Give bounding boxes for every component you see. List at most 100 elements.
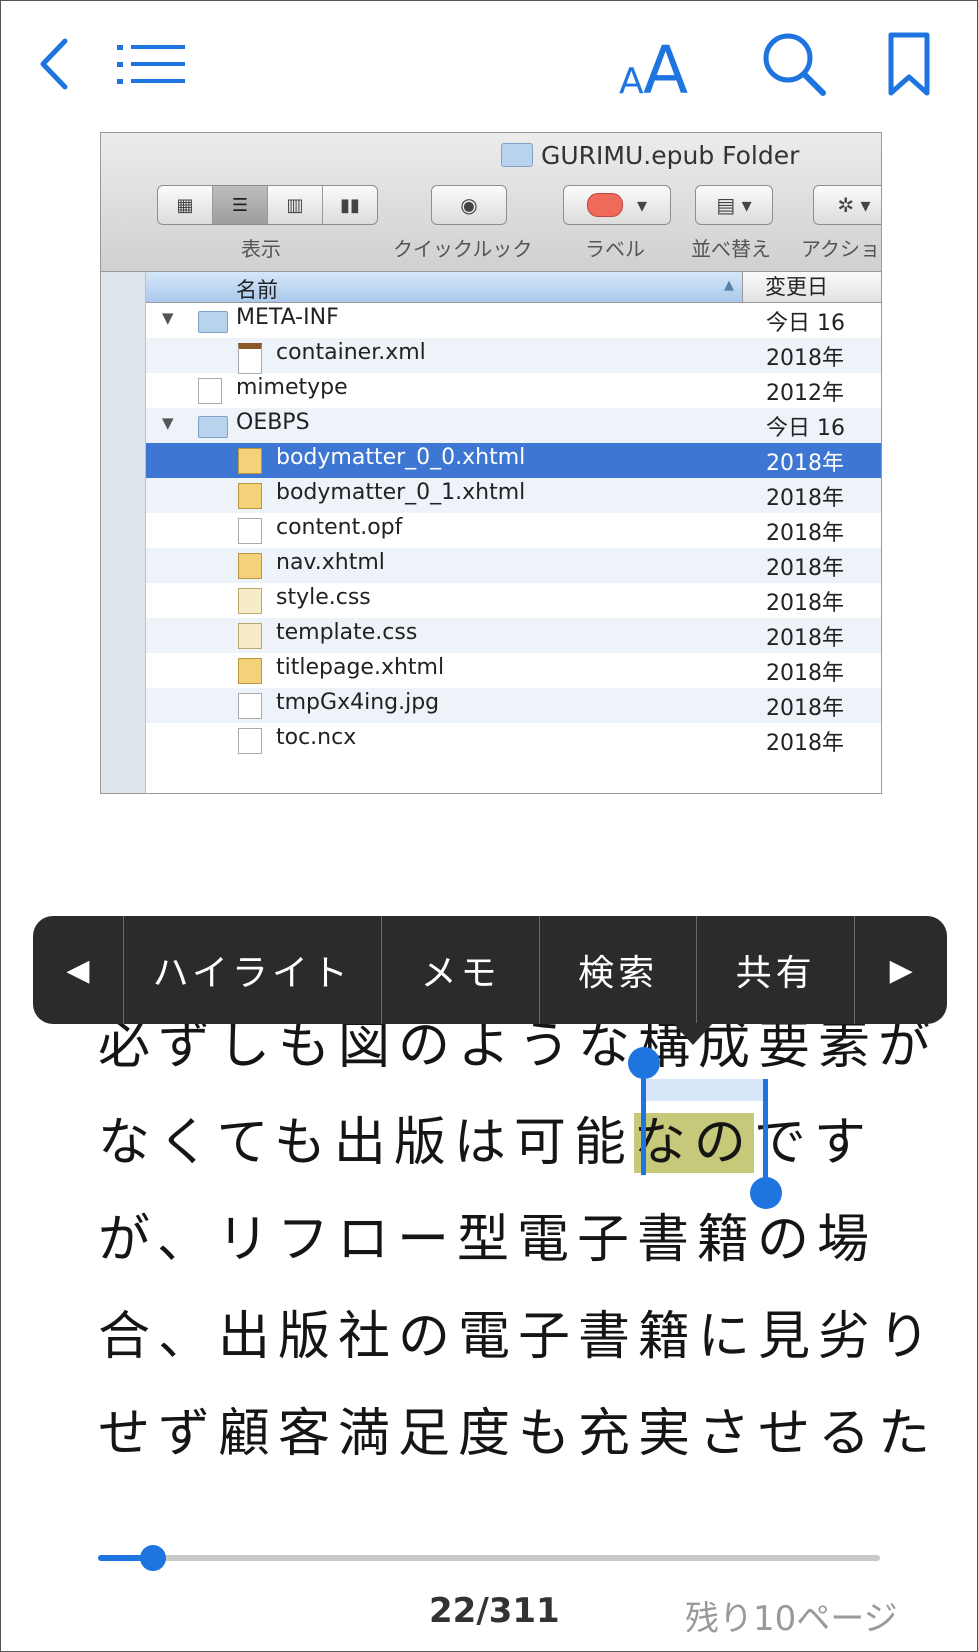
file-date: 2018年 — [766, 556, 844, 581]
column-name: 名前 — [236, 278, 278, 302]
finder-row: tmpGx4ing.jpg 2018年 — [146, 688, 881, 723]
reader-screen: A A GURIMU.epub Folder ▦ ☰ ▥ ▮▮ 表示 ◉ クイッ… — [0, 0, 978, 1652]
chevron-left-icon: ◀ — [66, 952, 90, 988]
finder-row: ▼ OEBPS 今日 16 — [146, 408, 881, 443]
finder-title-text: GURIMU.epub Folder — [541, 141, 800, 170]
file-date: 2018年 — [766, 661, 844, 686]
finder-row: container.xml 2018年 — [146, 338, 881, 374]
folder-icon — [198, 416, 228, 438]
file-date: 2018年 — [766, 731, 844, 756]
disclosure-triangle-icon: ▼ — [162, 414, 174, 432]
finder-row: ▼ META-INF 今日 16 — [146, 303, 881, 338]
selected-text[interactable]: なの — [633, 1113, 754, 1173]
finder-window-figure: GURIMU.epub Folder ▦ ☰ ▥ ▮▮ 表示 ◉ クイックルック… — [100, 132, 882, 794]
file-icon — [238, 588, 262, 614]
file-name: container.xml — [276, 340, 426, 365]
finder-row: mimetype 2012年 — [146, 373, 881, 408]
page-number: 22/311 — [429, 1591, 560, 1631]
file-icon — [238, 658, 262, 684]
finder-row: nav.xhtml 2018年 — [146, 548, 881, 583]
svg-text:A: A — [619, 61, 644, 99]
file-date: 今日 16 — [766, 311, 845, 336]
file-icon — [238, 553, 262, 579]
text-context-menu: ◀ ハイライト メモ 検索 共有 ▶ — [33, 916, 947, 1024]
file-icon — [238, 518, 262, 544]
file-name: META-INF — [236, 305, 339, 330]
selection-start-bar — [641, 1063, 646, 1175]
selection-end-handle[interactable] — [750, 1177, 782, 1209]
finder-row: titlepage.xhtml 2018年 — [146, 653, 881, 688]
finder-row: bodymatter_0_0.xhtml 2018年 — [146, 443, 881, 478]
view-mode-segment: ▦ ☰ ▥ ▮▮ — [157, 185, 378, 225]
file-name: titlepage.xhtml — [276, 655, 445, 680]
file-icon — [238, 623, 262, 649]
font-size-icon[interactable]: A A — [619, 31, 699, 99]
finder-row: template.css 2018年 — [146, 618, 881, 653]
file-icon — [238, 343, 262, 374]
file-date: 2018年 — [766, 451, 844, 476]
file-icon — [238, 448, 262, 474]
label-color-icon: ▾ — [563, 185, 671, 225]
back-icon[interactable] — [35, 37, 71, 91]
file-name: mimetype — [236, 375, 348, 400]
file-date: 今日 16 — [766, 416, 845, 441]
list-view-icon: ☰ — [213, 186, 268, 224]
coverflow-view-icon: ▮▮ — [340, 194, 360, 216]
page-progress-slider[interactable] — [98, 1545, 880, 1571]
text-line-5: せず顧客満足度も充実させるた — [98, 1404, 939, 1464]
gear-icon: ✲ ▾ — [813, 185, 881, 225]
folder-icon — [501, 143, 533, 167]
finder-row: content.opf 2018年 — [146, 513, 881, 548]
file-name: tmpGx4ing.jpg — [276, 690, 440, 715]
file-date: 2018年 — [766, 346, 844, 371]
finder-sidebar — [101, 272, 146, 793]
file-date: 2012年 — [766, 381, 844, 406]
selection-end-bar — [763, 1079, 768, 1191]
menu-next-button[interactable]: ▶ — [855, 916, 947, 1024]
file-icon — [238, 693, 262, 719]
text-line-2: なくても出版は可能なのです — [98, 1108, 866, 1178]
file-date: 2018年 — [766, 696, 844, 721]
search-button[interactable]: 検索 — [540, 916, 697, 1024]
column-date: 変更日 — [742, 272, 881, 302]
file-icon — [198, 378, 222, 404]
file-icon — [238, 728, 262, 754]
progress-knob[interactable] — [140, 1545, 166, 1571]
sort-label: 並べ替え — [691, 237, 771, 261]
selection-start-handle[interactable] — [628, 1047, 660, 1079]
file-date: 2018年 — [766, 521, 844, 546]
selection-band — [645, 1079, 765, 1101]
menu-pointer — [673, 1023, 713, 1045]
eye-icon: ◉ — [431, 185, 507, 225]
view-label: 表示 — [241, 237, 281, 261]
memo-button[interactable]: メモ — [382, 916, 541, 1024]
disclosure-triangle-icon: ▼ — [162, 309, 174, 327]
search-icon[interactable] — [761, 31, 827, 97]
quicklook-label: クイックルック — [393, 237, 533, 261]
file-date: 2018年 — [766, 591, 844, 616]
file-name: OEBPS — [236, 410, 310, 435]
finder-row: toc.ncx 2018年 — [146, 723, 881, 758]
pages-remaining: 残り10ページ — [685, 1599, 898, 1639]
highlight-button[interactable]: ハイライト — [124, 916, 382, 1024]
file-name: toc.ncx — [276, 725, 357, 750]
chevron-right-icon: ▶ — [889, 952, 913, 988]
finder-column-header: 名前 ▲ 変更日 — [146, 272, 881, 303]
share-button[interactable]: 共有 — [697, 916, 856, 1024]
finder-row: style.css 2018年 — [146, 583, 881, 618]
folder-icon — [198, 311, 228, 333]
file-name: content.opf — [276, 515, 403, 540]
finder-title: GURIMU.epub Folder — [501, 141, 799, 170]
file-date: 2018年 — [766, 486, 844, 511]
icon-view-icon: ▦ — [158, 186, 213, 224]
text-line-3: が、リフロー型電子書籍の場 — [98, 1210, 877, 1270]
label-label: ラベル — [585, 237, 645, 261]
file-name: nav.xhtml — [276, 550, 385, 575]
column-view-icon: ▥ — [268, 186, 323, 224]
bookmark-icon[interactable] — [887, 31, 931, 97]
action-label: アクショ — [801, 237, 880, 261]
finder-row: bodymatter_0_1.xhtml 2018年 — [146, 478, 881, 513]
toc-list-icon[interactable] — [117, 43, 187, 87]
menu-prev-button[interactable]: ◀ — [33, 916, 124, 1024]
file-icon — [238, 483, 262, 509]
